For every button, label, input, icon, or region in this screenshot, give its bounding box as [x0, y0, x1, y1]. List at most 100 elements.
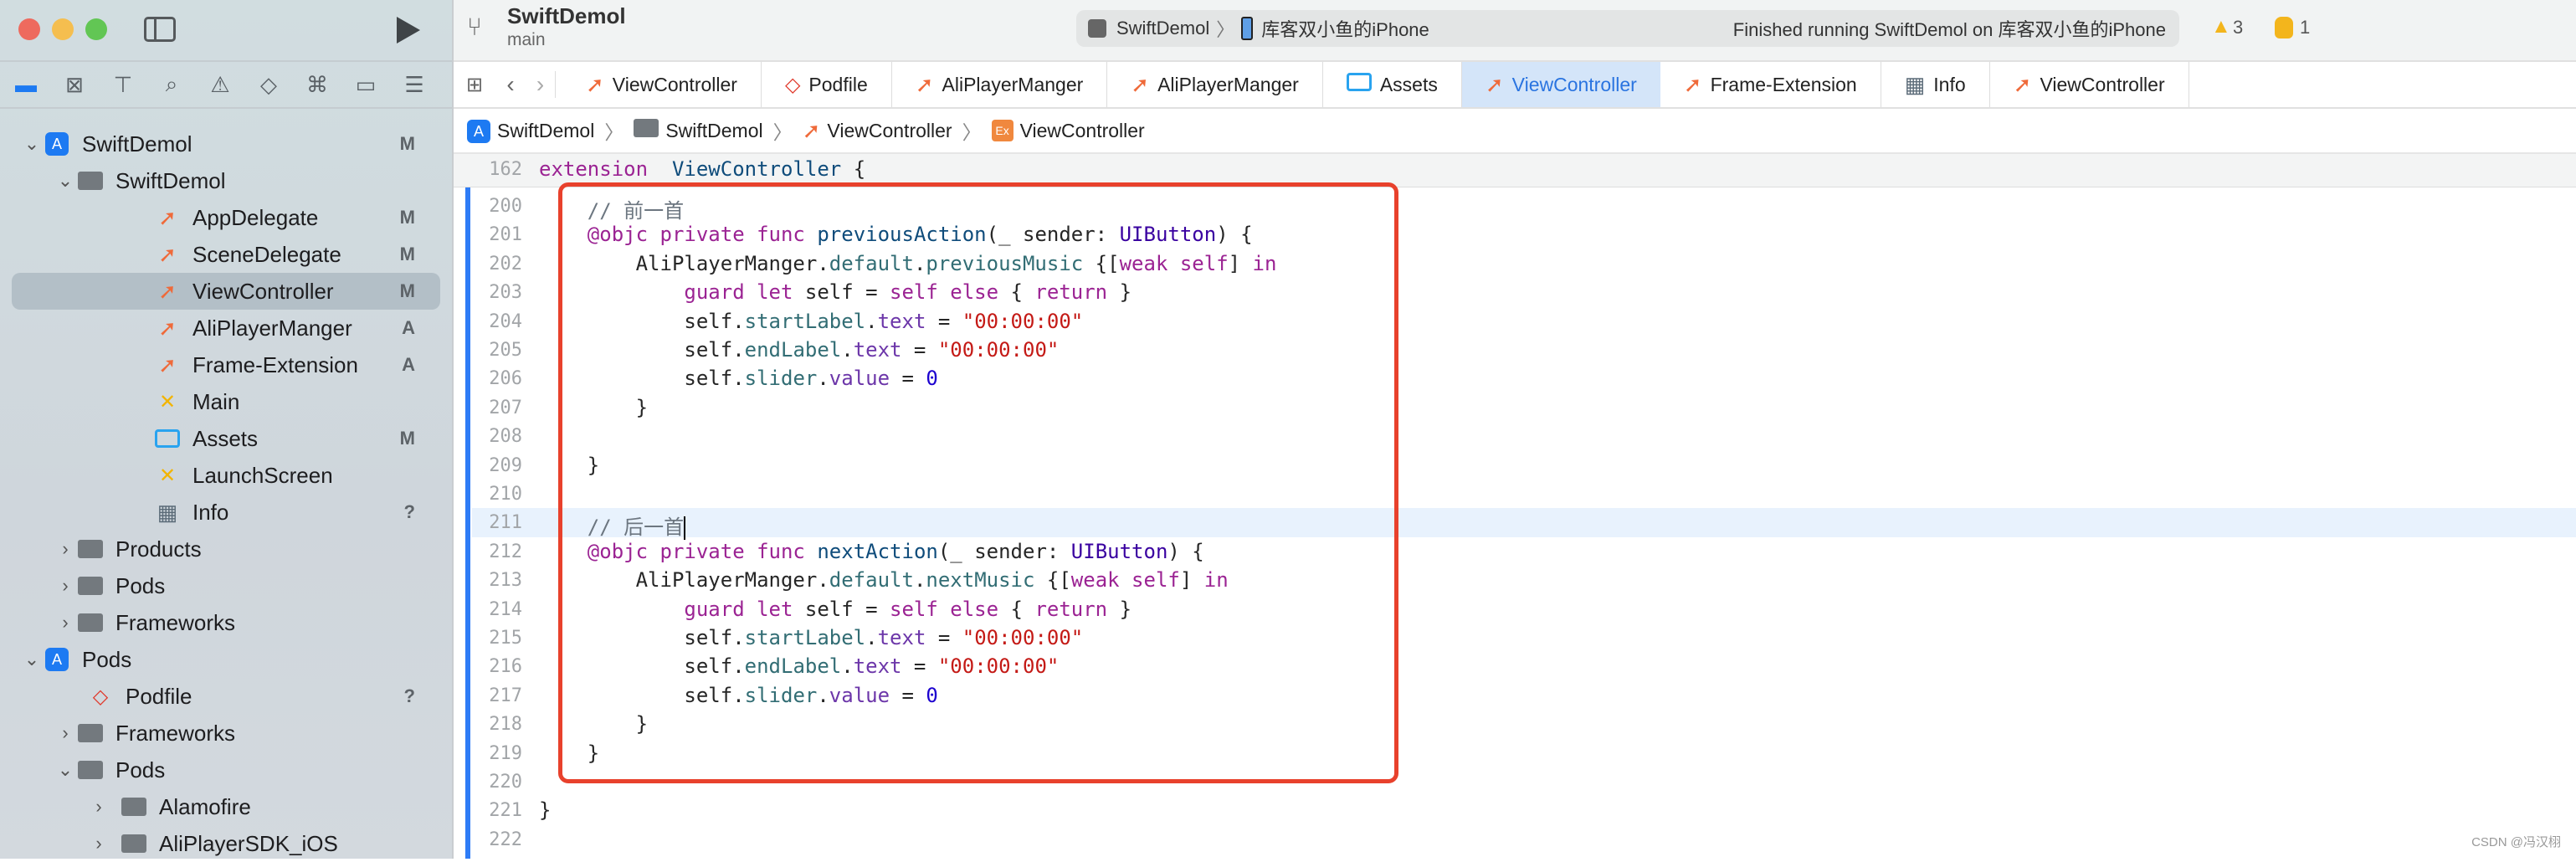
related-items-icon[interactable]: ⊞	[454, 73, 495, 97]
tab-viewcontroller[interactable]: ➚ ViewController	[562, 62, 762, 107]
sidebar-toggle-icon[interactable]	[144, 17, 176, 42]
tree-item[interactable]: ✕ LaunchScreen	[0, 457, 452, 494]
folder-icon[interactable]: ▬	[10, 69, 42, 100]
tab-label: Info	[1933, 73, 1966, 95]
forward-button[interactable]: ›	[526, 71, 556, 98]
tree-item[interactable]: ➚ AliPlayerManger A	[0, 310, 452, 346]
code-editor[interactable]: 200 // 前一首 201 @objc private func previou…	[454, 154, 2576, 859]
line-number: 210	[489, 484, 522, 505]
jump-bar: A SwiftDemol 〉 SwiftDemol 〉 ➚ ViewController 〉 E…	[454, 109, 2576, 154]
chevron-down-icon[interactable]: ⌄	[23, 649, 40, 670]
breadcrumb-item[interactable]: SwiftDemol	[497, 120, 594, 142]
warning-icon[interactable]: ▲	[2211, 15, 2231, 38]
activity-viewer[interactable]: SwiftDemol 〉 库客双小鱼的iPhone Finished runni…	[1076, 10, 2179, 47]
breadcrumb-item[interactable]: ViewController	[1020, 120, 1145, 142]
swift-icon: ➚	[915, 71, 934, 97]
breakpoint-icon[interactable]: ▭	[350, 69, 382, 100]
source-control-status: M	[399, 280, 415, 301]
zoom-window-button[interactable]	[85, 18, 107, 40]
run-button[interactable]	[397, 17, 420, 44]
tab-assets[interactable]: Assets	[1323, 62, 1462, 107]
scheme-selector[interactable]: SwiftDemol	[1116, 18, 1209, 39]
ruby-icon: ◇	[92, 685, 109, 708]
breadcrumb-item[interactable]: SwiftDemol	[665, 120, 762, 142]
annotation-box	[558, 182, 1398, 783]
report-icon[interactable]: ☰	[398, 69, 430, 100]
tree-item[interactable]: › Frameworks	[0, 715, 452, 752]
tree-item[interactable]: ▦ Info?	[0, 494, 452, 531]
search-icon[interactable]: ⌕	[156, 69, 187, 100]
editor-area: ⑂ SwiftDemol main SwiftDemol 〉 库客双小鱼的iPh…	[454, 0, 2576, 859]
tab-frame-extension[interactable]: ➚ Frame-Extension	[1660, 62, 1881, 107]
test-icon[interactable]: ◇	[253, 69, 285, 100]
editor-tabs: ⊞ ‹ › ➚ ViewController ◇ Podfile ➚ AliPlayerM…	[454, 60, 2576, 109]
tree-item[interactable]: ⌄ Pods	[0, 752, 452, 788]
assets-icon	[1346, 73, 1372, 96]
tree-item-label: Products	[115, 536, 202, 562]
error-icon[interactable]	[2275, 17, 2293, 38]
hierarchy-icon[interactable]: ⊤	[107, 69, 139, 100]
tree-item[interactable]: Assets M	[0, 420, 452, 457]
tree-item[interactable]: ⌄ A Pods	[0, 641, 452, 678]
line-number: 218	[489, 714, 522, 736]
tree-item[interactable]: › Pods	[0, 567, 452, 604]
device-selector[interactable]: 库客双小鱼的iPhone	[1261, 15, 1429, 42]
tree-item[interactable]: ✕ Main	[0, 383, 452, 420]
swift-icon: ➚	[1131, 71, 1150, 97]
source-control-status: A	[402, 354, 415, 375]
back-button[interactable]: ‹	[495, 71, 526, 98]
debug-icon[interactable]: ⌘	[301, 69, 333, 100]
source-control-icon[interactable]: ⊠	[59, 69, 90, 100]
chevron-down-icon[interactable]: ⌄	[57, 170, 74, 192]
tab-viewcontroller[interactable]: ➚ ViewController	[1461, 62, 1660, 107]
tree-item[interactable]: ➚ Frame-Extension A	[0, 346, 452, 383]
line-number: 214	[489, 598, 522, 620]
tab-info[interactable]: ▦ Info	[1881, 62, 1990, 107]
tab-label: AliPlayerManger	[942, 73, 1084, 95]
tree-item[interactable]: › Products	[0, 531, 452, 567]
tree-item[interactable]: › Frameworks	[0, 604, 452, 641]
tree-item[interactable]: ➚ SceneDelegate M	[0, 236, 452, 273]
tab-label: Assets	[1379, 73, 1438, 95]
chevron-right-icon[interactable]: ›	[90, 796, 107, 818]
swift-icon: ➚	[158, 315, 177, 341]
close-window-button[interactable]	[18, 18, 40, 40]
line-number: 221	[489, 800, 522, 822]
error-count[interactable]: 1	[2300, 17, 2310, 38]
chevron-right-icon[interactable]: ›	[57, 575, 74, 597]
line-number: 205	[489, 340, 522, 361]
tree-item[interactable]: ⌄ SwiftDemol	[0, 162, 452, 199]
tab-aliplayermanger[interactable]: ➚ AliPlayerManger	[1107, 62, 1323, 107]
code-line: }	[539, 798, 551, 822]
tab-aliplayermanger[interactable]: ➚ AliPlayerManger	[892, 62, 1108, 107]
tab-label: ViewController	[612, 73, 737, 95]
tab-viewcontroller[interactable]: ➚ ViewController	[1990, 62, 2189, 107]
chevron-right-icon[interactable]: ›	[57, 538, 74, 560]
tab-podfile[interactable]: ◇ Podfile	[762, 62, 892, 107]
minimize-window-button[interactable]	[52, 18, 74, 40]
tree-item-label: Main	[192, 388, 240, 414]
tree-item[interactable]: ⌄ A SwiftDemol M	[0, 126, 452, 162]
toolbar: ⑂ SwiftDemol main SwiftDemol 〉 库客双小鱼的iPh…	[454, 0, 2576, 60]
folder-icon	[77, 758, 104, 782]
tree-item[interactable]: ◇ Podfile?	[0, 678, 452, 715]
tree-item[interactable]: ➚ ViewController M	[12, 273, 440, 310]
chevron-down-icon[interactable]: ⌄	[23, 133, 40, 155]
tree-item[interactable]: › AliPlayerSDK_iOS	[0, 825, 452, 862]
line-number: 219	[489, 742, 522, 764]
chevron-right-icon[interactable]: ›	[57, 612, 74, 634]
warning-count[interactable]: 3	[2233, 17, 2243, 38]
chevron-right-icon[interactable]: ›	[90, 833, 107, 854]
tree-item-label: Assets	[192, 425, 259, 451]
project-icon: A	[467, 119, 490, 143]
chevron-down-icon[interactable]: ⌄	[57, 759, 74, 781]
tree-item-label: AliPlayerManger	[192, 315, 352, 341]
line-number: 211	[489, 512, 522, 534]
tree-item[interactable]: › Alamofire	[0, 788, 452, 825]
chevron-right-icon[interactable]: ›	[57, 722, 74, 744]
warning-icon[interactable]: ⚠	[204, 69, 236, 100]
breadcrumb-item[interactable]: ViewController	[827, 120, 952, 142]
tree-item[interactable]: ➚ AppDelegate M	[0, 199, 452, 236]
code-token: extension	[539, 157, 649, 181]
